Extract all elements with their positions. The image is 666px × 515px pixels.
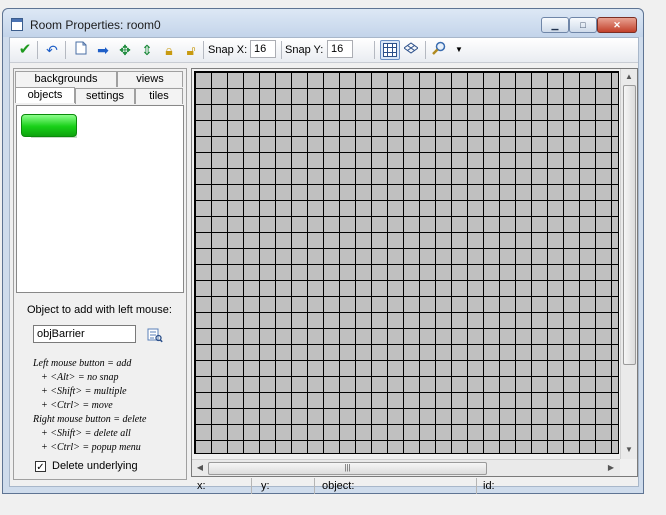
clear-room-icon[interactable] xyxy=(72,41,90,59)
toolbar-separator xyxy=(425,41,426,59)
toolbar-separator xyxy=(37,41,38,59)
scroll-up-icon[interactable]: ▲ xyxy=(622,70,636,84)
toolbar: ✔ ↶ ➡ ✥ ⇕ 🔒︎ 🔓︎ Snap X: Snap Y: xyxy=(10,38,638,63)
tab-objects[interactable]: objects xyxy=(15,87,75,103)
tab-views[interactable]: views xyxy=(117,71,183,87)
room-properties-window: Room Properties: room0 ▁ □ ✕ ✔ ↶ ➡ ✥ ⇕ 🔒… xyxy=(2,8,644,494)
help-line: + <Ctrl> = move xyxy=(41,400,113,411)
tab-backgrounds[interactable]: backgrounds xyxy=(15,71,117,87)
grid-toggle-button[interactable] xyxy=(380,40,400,60)
isometric-grid-icon[interactable] xyxy=(402,41,420,59)
horizontal-scroll-thumb[interactable]: ||| xyxy=(208,462,487,475)
room-window-icon xyxy=(11,18,23,31)
toolbar-separator xyxy=(281,41,282,59)
sort-icon[interactable]: ⇕ xyxy=(138,41,156,59)
snap-x-input[interactable] xyxy=(250,40,276,58)
ok-check-icon[interactable]: ✔ xyxy=(16,41,34,59)
room-editor-viewport: ▲ ▼ ◀ ||| ▶ xyxy=(191,68,638,477)
scroll-right-icon[interactable]: ▶ xyxy=(604,461,618,475)
move-all-icon[interactable]: ✥ xyxy=(116,41,134,59)
shift-right-icon[interactable]: ➡ xyxy=(94,41,112,59)
vertical-scrollbar[interactable]: ▲ ▼ xyxy=(620,69,637,459)
room-canvas[interactable] xyxy=(194,71,619,454)
window-title: Room Properties: room0 xyxy=(30,18,161,32)
vertical-scroll-thumb[interactable] xyxy=(623,85,636,365)
toolbar-separator xyxy=(374,41,375,59)
status-y: y: xyxy=(261,480,270,492)
status-separator xyxy=(314,478,315,494)
object-select-field[interactable] xyxy=(33,325,136,343)
undo-icon[interactable]: ↶ xyxy=(43,41,61,59)
delete-underlying-label: Delete underlying xyxy=(52,460,138,472)
snap-y-input[interactable] xyxy=(327,40,353,58)
delete-underlying-checkbox[interactable]: ✓ xyxy=(35,461,46,473)
status-separator xyxy=(251,478,252,494)
toolbar-separator xyxy=(65,41,66,59)
client-area: ✔ ↶ ➡ ✥ ⇕ 🔒︎ 🔓︎ Snap X: Snap Y: xyxy=(9,37,639,494)
maximize-button[interactable]: □ xyxy=(569,17,597,33)
status-x: x: xyxy=(197,480,206,492)
horizontal-scrollbar[interactable]: ◀ ||| ▶ xyxy=(192,459,620,476)
close-button[interactable]: ✕ xyxy=(597,17,637,33)
help-line: + <Ctrl> = popup menu xyxy=(41,442,141,453)
status-id: id: xyxy=(483,480,495,492)
snap-x-label: Snap X: xyxy=(208,44,248,56)
help-line: Left mouse button = add xyxy=(33,358,132,369)
tab-settings[interactable]: settings xyxy=(75,88,135,104)
left-panel: backgrounds views objects settings tiles… xyxy=(13,68,187,480)
snap-y-label: Snap Y: xyxy=(285,44,324,56)
status-bar: x: y: object: id: xyxy=(191,478,638,494)
dropdown-arrow-icon[interactable]: ▼ xyxy=(450,41,468,59)
zoom-icon[interactable] xyxy=(430,41,448,59)
status-separator xyxy=(476,478,477,494)
tab-tiles[interactable]: tiles xyxy=(135,88,183,104)
help-line: + <Shift> = multiple xyxy=(41,386,127,397)
object-picker-icon[interactable] xyxy=(147,327,163,343)
title-bar[interactable]: Room Properties: room0 ▁ □ ✕ xyxy=(3,9,643,37)
help-line: Right mouse button = delete xyxy=(33,414,147,425)
scroll-left-icon[interactable]: ◀ xyxy=(193,461,207,475)
minimize-button[interactable]: ▁ xyxy=(541,17,569,33)
grid-icon xyxy=(383,43,397,57)
status-object: object: xyxy=(322,480,355,492)
help-line: + <Shift> = delete all xyxy=(41,428,131,439)
object-preview-area[interactable] xyxy=(16,105,184,293)
selected-object-sprite xyxy=(21,114,77,137)
unlock-icon[interactable]: 🔓︎ xyxy=(182,41,200,59)
lock-icon[interactable]: 🔒︎ xyxy=(160,41,178,59)
object-add-label: Object to add with left mouse: xyxy=(27,304,172,316)
scroll-down-icon[interactable]: ▼ xyxy=(622,443,636,457)
toolbar-separator xyxy=(203,41,204,59)
help-line: + <Alt> = no snap xyxy=(41,372,119,383)
